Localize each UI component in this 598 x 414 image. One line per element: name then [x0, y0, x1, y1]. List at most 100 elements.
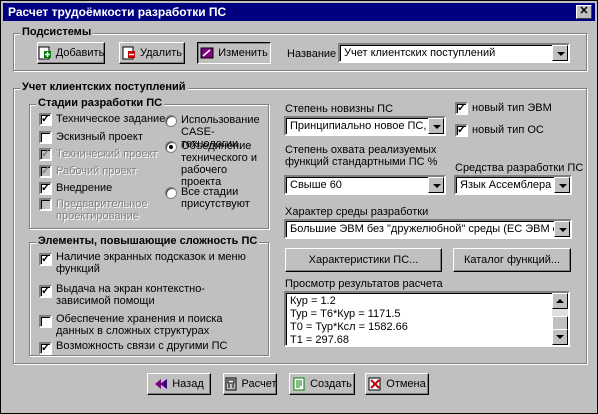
complexity-checkbox-box[interactable] [39, 252, 52, 266]
subsystem-name-select[interactable]: Учет клиентских поступлений [338, 43, 570, 63]
delete-button[interactable]: Удалить [119, 42, 185, 64]
complexity-checkbox-box[interactable] [39, 341, 52, 355]
title-bar: Расчет трудоёмкости разработки ПС ✕ [3, 3, 595, 21]
cancel-icon [368, 377, 382, 391]
stage-checkbox-box[interactable] [39, 112, 52, 126]
stage-checkbox[interactable]: Техническое задание [39, 112, 166, 126]
stage-checkbox-label: Внедрение [56, 182, 113, 194]
chevron-down-icon[interactable] [554, 177, 570, 193]
stage-checkbox-box [39, 198, 52, 211]
environment-label: Характер среды разработки [285, 206, 429, 218]
stage-checkbox[interactable]: Внедрение [39, 181, 113, 195]
stages-group-label: Стадии разработки ПС [36, 97, 165, 109]
main-group-label: Учет клиентских поступлений [20, 81, 188, 93]
stage-checkbox: Предварительное проектирование [39, 198, 149, 222]
stage-checkbox-label: Рабочий проект [56, 165, 137, 177]
tools-value: Язык Ассемблера [460, 179, 552, 191]
stage-checkbox-label: Технический проект [56, 148, 158, 160]
catalog-label: Каталог функций... [463, 254, 561, 266]
stage-checkbox: Технический проект [39, 147, 158, 161]
complexity-checkbox-label: Выдача на экран контекстно-зависимой пом… [56, 283, 205, 307]
stage-checkbox-box [39, 147, 52, 161]
add-button[interactable]: Добавить [37, 42, 105, 64]
new-evm-label: новый тип ЭВМ [472, 102, 552, 114]
scroll-thumb[interactable] [552, 316, 568, 330]
stage-checkbox-label: Предварительное проектирование [56, 198, 148, 222]
chevron-down-icon[interactable] [552, 45, 568, 61]
stage-option-radio-dot[interactable] [165, 115, 177, 127]
close-button[interactable]: ✕ [576, 5, 592, 19]
stage-option-radio[interactable]: Объединение технического и рабочего прое… [165, 140, 267, 188]
cancel-label: Отмена [386, 378, 426, 390]
result-line: Т1 = 297.68 [290, 334, 350, 346]
back-label: Назад [172, 378, 204, 390]
complexity-checkbox-box[interactable] [39, 315, 52, 328]
stage-checkbox-box[interactable] [39, 131, 52, 144]
new-os-checkbox[interactable]: новый тип ОС [455, 123, 544, 137]
tools-select[interactable]: Язык Ассемблера [454, 175, 572, 195]
add-icon [38, 46, 52, 60]
chevron-down-icon[interactable] [428, 118, 444, 134]
complexity-group-label: Элементы, повышающие сложность ПС [36, 235, 260, 247]
delete-icon [122, 46, 136, 60]
stage-option-radio-label: Все стадии присутствуют [181, 186, 250, 210]
stage-checkbox-label: Эскизный проект [56, 131, 143, 143]
edit-icon [200, 46, 214, 60]
new-evm-checkbox[interactable]: новый тип ЭВМ [455, 101, 552, 115]
stage-option-radio-dot[interactable] [165, 187, 177, 199]
stage-option-radio[interactable]: Все стадии присутствуют [165, 186, 267, 210]
create-label: Создать [310, 378, 352, 390]
coverage-label: Степень охвата реализуемых функций станд… [285, 144, 438, 168]
new-os-label: новый тип ОС [472, 124, 544, 136]
window-title: Расчет трудоёмкости разработки ПС [8, 5, 227, 19]
coverage-select[interactable]: Свыше 60 [284, 175, 446, 195]
novelty-label: Степень новизны ПС [285, 103, 394, 115]
subsystems-group-label: Подсистемы [20, 26, 94, 38]
create-button[interactable]: Создать [289, 373, 355, 395]
characteristics-label: Характеристики ПС... [308, 254, 419, 266]
calc-button[interactable]: Расчет [223, 373, 277, 395]
new-evm-box[interactable] [455, 101, 468, 115]
catalog-button[interactable]: Каталог функций... [453, 248, 571, 272]
stage-checkbox-box [39, 164, 52, 178]
new-os-box[interactable] [455, 123, 468, 137]
novelty-select[interactable]: Принципиально новое ПС, не [284, 116, 446, 136]
complexity-checkbox-label: Наличие экранных подсказок и меню функци… [56, 251, 246, 275]
stage-option-radio-label: Объединение технического и рабочего прое… [181, 140, 258, 188]
calculator-icon [224, 377, 238, 391]
scroll-down-icon[interactable] [552, 329, 568, 345]
back-button[interactable]: Назад [147, 373, 211, 395]
scroll-up-icon[interactable] [552, 293, 568, 309]
document-icon [292, 377, 306, 391]
back-arrow-icon [154, 377, 168, 391]
results-scrollbar[interactable] [552, 293, 568, 345]
calc-label: Расчет [241, 378, 277, 390]
characteristics-button[interactable]: Характеристики ПС... [285, 248, 442, 272]
edit-button[interactable]: Изменить [197, 42, 271, 64]
environment-select[interactable]: Большие ЭВМ без "дружелюбной" среды (ЕС … [284, 219, 572, 239]
results-label: Просмотр результатов расчета [285, 278, 443, 290]
complexity-checkbox[interactable]: Наличие экранных подсказок и меню функци… [39, 251, 263, 275]
chevron-down-icon[interactable] [428, 177, 444, 193]
stage-checkbox[interactable]: Эскизный проект [39, 131, 143, 144]
results-memo[interactable]: Кур = 1.2 Тур = Т6*Кур = 1171.5 Т0 = Тур*К… [284, 291, 570, 347]
complexity-checkbox[interactable]: Обеспечение хранения и поиска данных в с… [39, 313, 263, 337]
coverage-value: Свыше 60 [290, 179, 342, 191]
complexity-checkbox[interactable]: Возможность связи с другими ПС [39, 340, 263, 355]
environment-value: Большие ЭВМ без "дружелюбной" среды (ЕС … [290, 223, 572, 235]
delete-label: Удалить [140, 47, 182, 59]
complexity-checkbox-label: Возможность связи с другими ПС [56, 340, 228, 352]
edit-label: Изменить [218, 47, 268, 59]
result-line: Кур = 1.2 [290, 295, 336, 307]
add-label: Добавить [55, 47, 105, 59]
complexity-checkbox-box[interactable] [39, 284, 52, 298]
stage-checkbox-box[interactable] [39, 181, 52, 195]
stage-option-radio-dot[interactable] [165, 141, 177, 153]
stage-checkbox-label: Техническое задание [56, 113, 166, 125]
cancel-button[interactable]: Отмена [365, 373, 429, 395]
tools-label: Средства разработки ПС [455, 162, 584, 174]
complexity-checkbox[interactable]: Выдача на экран контекстно-зависимой пом… [39, 283, 263, 307]
chevron-down-icon[interactable] [554, 221, 570, 237]
stage-checkbox: Рабочий проект [39, 164, 137, 178]
subsystem-name-value: Учет клиентских поступлений [344, 47, 496, 59]
